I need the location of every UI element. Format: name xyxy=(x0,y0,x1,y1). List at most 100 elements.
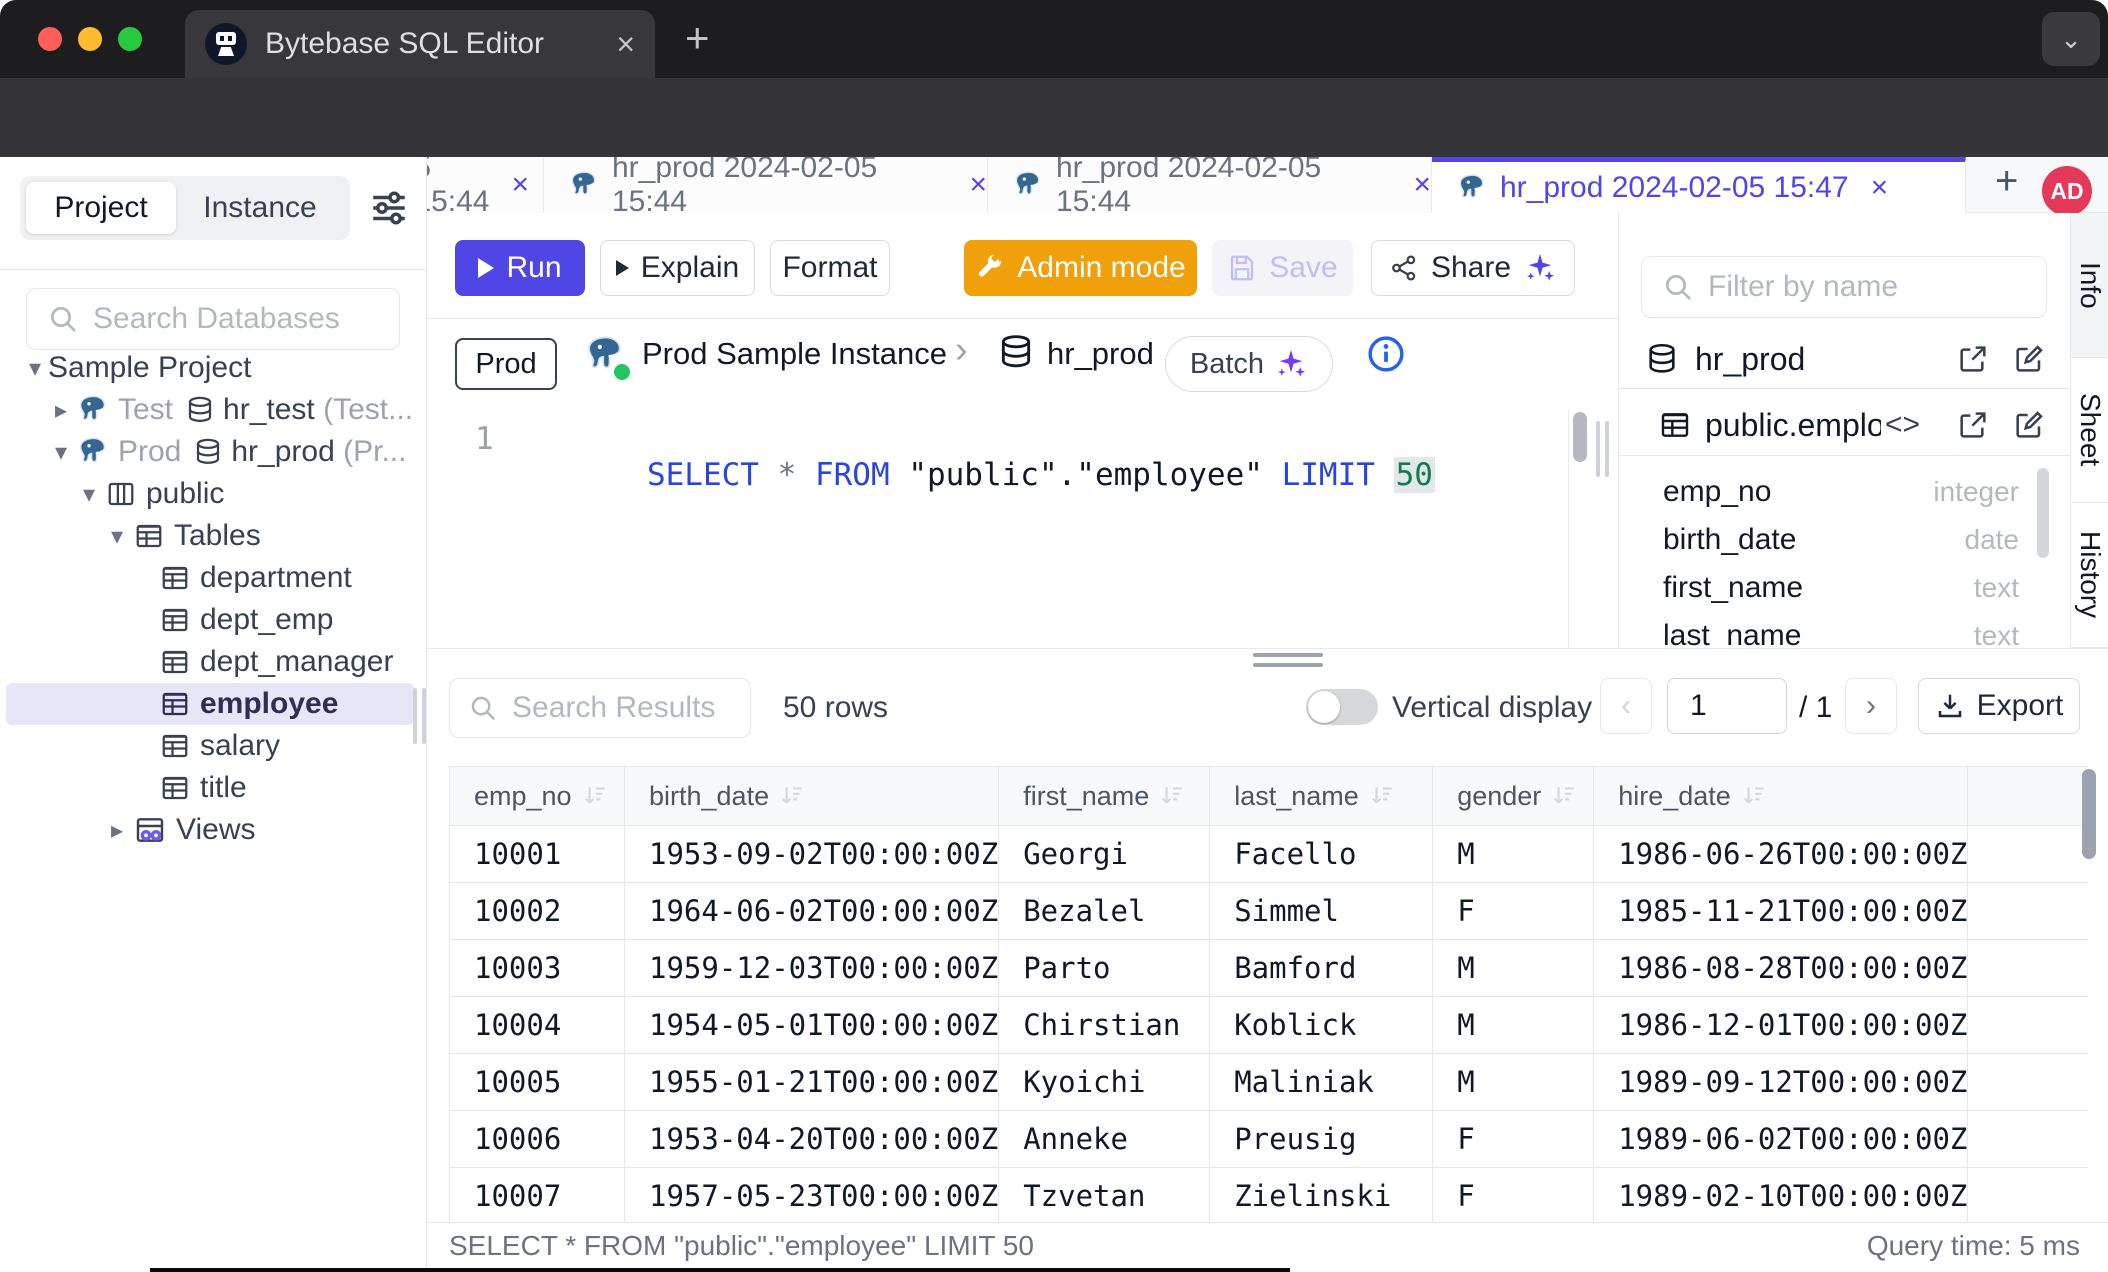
caret-down-icon[interactable]: ▾ xyxy=(22,354,48,383)
filter-by-name-input[interactable]: Filter by name xyxy=(1641,256,2047,318)
worksheet-tab-2[interactable]: hr_prod 2024-02-05 15:44× xyxy=(988,157,1432,213)
tree-item-public-schema[interactable]: ▾ public xyxy=(0,473,427,515)
worksheet-tab-1[interactable]: hr_prod 2024-02-05 15:44× xyxy=(544,157,988,213)
close-icon[interactable]: × xyxy=(511,168,529,202)
column-header[interactable]: hire_date xyxy=(1594,767,1968,826)
sql-editor[interactable]: 1 SELECT * FROM "public"."employee" LIMI… xyxy=(427,409,1568,648)
next-page-button[interactable]: › xyxy=(1845,678,1897,734)
tab-project[interactable]: Project xyxy=(26,182,176,234)
info-icon[interactable] xyxy=(1367,335,1405,373)
code-icon[interactable]: <> xyxy=(1885,408,1920,442)
tree-item-dept-emp[interactable]: dept_emp xyxy=(0,599,427,641)
admin-mode-button[interactable]: Admin mode xyxy=(964,240,1197,296)
table-row[interactable]: 100011953-09-02T00:00:00ZGeorgiFacelloM1… xyxy=(450,826,2089,883)
browser-new-tab-button[interactable]: + xyxy=(685,14,710,62)
tree-item-employee-selected[interactable]: employee xyxy=(0,683,427,725)
format-button[interactable]: Format xyxy=(770,240,890,296)
save-button[interactable]: Save xyxy=(1212,240,1353,296)
window-close-button[interactable] xyxy=(38,27,62,51)
sort-icon[interactable] xyxy=(1741,783,1767,809)
table-row[interactable]: 100071957-05-23T00:00:00ZTzvetanZielinsk… xyxy=(450,1168,2089,1225)
share-button[interactable]: Share xyxy=(1371,240,1575,296)
column-row: emp_no integer xyxy=(1619,468,2070,516)
vertical-display-toggle[interactable] xyxy=(1306,689,1378,725)
sort-icon[interactable] xyxy=(1551,783,1577,809)
tree-item-tables-group[interactable]: ▾ Tables xyxy=(0,515,427,557)
rail-tab-sheet[interactable]: Sheet xyxy=(2071,358,2108,503)
export-button[interactable]: Export xyxy=(1918,678,2080,734)
rail-tab-info[interactable]: Info xyxy=(2071,213,2108,358)
page-number-input[interactable]: 1 xyxy=(1667,678,1787,734)
caret-right-icon[interactable]: ▸ xyxy=(104,816,130,845)
worksheet-tab-clipped[interactable]: 5 15:44× xyxy=(427,157,544,213)
results-resize-handle[interactable] xyxy=(1253,653,1323,673)
new-worksheet-button[interactable]: + xyxy=(1995,159,2018,204)
tree-item-hr-prod[interactable]: ▾ Prod hr_prod (Pr... xyxy=(0,431,427,473)
table-icon xyxy=(160,563,190,593)
tab-search-button[interactable]: ⌄ xyxy=(2042,12,2100,66)
edit-icon[interactable] xyxy=(2013,343,2045,375)
sort-icon[interactable] xyxy=(779,783,805,809)
tab-instance[interactable]: Instance xyxy=(180,182,340,234)
open-external-icon[interactable] xyxy=(1957,409,1989,441)
column-header[interactable]: gender xyxy=(1433,767,1594,826)
table-row[interactable]: 100021964-06-02T00:00:00ZBezalelSimmelF1… xyxy=(450,883,2089,940)
database-name[interactable]: hr_prod xyxy=(1047,336,1154,372)
worksheet-tab-active[interactable]: hr_prod 2024-02-05 15:47× xyxy=(1432,157,1966,213)
table-icon xyxy=(160,647,190,677)
table-row[interactable]: 100031959-12-03T00:00:00ZPartoBamfordM19… xyxy=(450,940,2089,997)
column-header[interactable]: emp_no xyxy=(450,767,625,826)
instance-name[interactable]: Prod Sample Instance xyxy=(642,336,947,372)
table-row[interactable]: 100041954-05-01T00:00:00ZChirstianKoblic… xyxy=(450,997,2089,1054)
table-icon xyxy=(160,731,190,761)
panel-resize-handle[interactable] xyxy=(1596,421,1609,482)
sidebar-resize-handle[interactable] xyxy=(413,688,426,749)
batch-mode-button[interactable]: Batch xyxy=(1165,336,1333,392)
environment-chip[interactable]: Prod xyxy=(455,338,557,390)
close-icon[interactable]: × xyxy=(969,168,987,202)
tree-item-department[interactable]: department xyxy=(0,557,427,599)
run-button[interactable]: Run xyxy=(455,240,585,296)
panel-scrollbar-thumb[interactable] xyxy=(2037,468,2049,558)
caret-down-icon[interactable]: ▾ xyxy=(48,438,74,467)
tree-item-salary[interactable]: salary xyxy=(0,725,427,767)
connection-breadcrumb: Prod Prod Sample Instance › hr_prod Batc… xyxy=(427,319,1618,409)
search-databases-input[interactable]: Search Databases xyxy=(26,288,400,350)
open-external-icon[interactable] xyxy=(1957,343,1989,375)
edit-icon[interactable] xyxy=(2013,409,2045,441)
table-row[interactable]: 100061953-04-20T00:00:00ZAnnekePreusigF1… xyxy=(450,1111,2089,1168)
explain-button[interactable]: Explain xyxy=(600,240,755,296)
filter-placeholder: Filter by name xyxy=(1708,270,1898,304)
close-icon[interactable]: × xyxy=(1871,171,1889,205)
tree-item-dept-manager[interactable]: dept_manager xyxy=(0,641,427,683)
browser-tab[interactable]: Bytebase SQL Editor × xyxy=(185,10,655,78)
caret-down-icon[interactable]: ▾ xyxy=(104,522,130,551)
tree-settings-icon[interactable] xyxy=(368,187,410,229)
table-row[interactable]: 100051955-01-21T00:00:00ZKyoichiMaliniak… xyxy=(450,1054,2089,1111)
tree-item-title[interactable]: title xyxy=(0,767,427,809)
editor-scrollbar-thumb[interactable] xyxy=(1573,412,1587,462)
window-minimize-button[interactable] xyxy=(78,27,102,51)
rail-tab-history[interactable]: History xyxy=(2071,503,2108,648)
avatar[interactable]: AD xyxy=(2042,166,2092,216)
sort-icon[interactable] xyxy=(1369,783,1395,809)
column-header[interactable]: birth_date xyxy=(625,767,999,826)
sort-icon[interactable] xyxy=(1159,783,1185,809)
column-header[interactable]: first_name xyxy=(999,767,1210,826)
caret-down-icon[interactable]: ▾ xyxy=(76,480,102,509)
column-row: first_name text xyxy=(1619,564,2070,612)
browser-tab-close-icon[interactable]: × xyxy=(616,26,635,63)
editor-scrollbar-track[interactable] xyxy=(1568,409,1593,648)
column-header[interactable]: last_name xyxy=(1210,767,1433,826)
tree-item-sample-project[interactable]: ▾ Sample Project xyxy=(0,347,427,389)
close-icon[interactable]: × xyxy=(1413,168,1431,202)
prev-page-button[interactable]: ‹ xyxy=(1600,678,1652,734)
results-scrollbar-thumb[interactable] xyxy=(2082,769,2096,859)
window-zoom-button[interactable] xyxy=(118,27,142,51)
sort-icon[interactable] xyxy=(582,783,608,809)
tree-item-hr-test[interactable]: ▸ Test hr_test (Test... xyxy=(0,389,427,431)
tree-item-views-group[interactable]: ▸ Views xyxy=(0,809,427,851)
caret-right-icon[interactable]: ▸ xyxy=(48,396,74,425)
play-icon xyxy=(616,260,629,276)
search-results-input[interactable]: Search Results xyxy=(449,678,751,738)
